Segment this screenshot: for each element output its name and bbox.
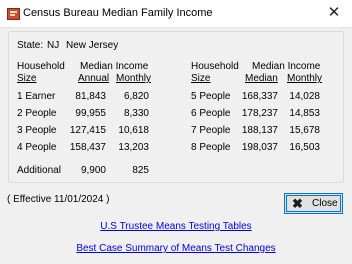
left-row-label: 1 Earner (17, 91, 56, 102)
right-row-monthly: 14,028 (289, 91, 320, 102)
left-row-annual: 127,415 (69, 125, 106, 136)
additional-monthly: 825 (132, 165, 149, 176)
right-row-label: 5 People (191, 91, 231, 102)
right-row-label: 8 People (191, 142, 231, 153)
income-group-box (8, 31, 344, 183)
left-row-monthly: 6,820 (123, 91, 149, 102)
window-title: Census Bureau Median Family Income (23, 7, 213, 19)
trustee-means-testing-link[interactable]: U.S Trustee Means Testing Tables (0, 221, 352, 232)
title-bar[interactable]: Census Bureau Median Family Income ✕ (0, 0, 352, 28)
state-name: New Jersey (66, 40, 119, 51)
left-annual-header: Annual (78, 73, 110, 84)
app-icon (7, 8, 20, 20)
state-code: NJ (47, 40, 60, 51)
left-row-monthly: 8,330 (123, 108, 149, 119)
state-label: State: (17, 40, 44, 51)
effective-date: ( Effective 11/01/2024 ) (7, 194, 110, 205)
left-row-label: 3 People (17, 125, 57, 136)
right-median-income-header: Median Income (252, 61, 321, 72)
best-case-summary-link[interactable]: Best Case Summary of Means Test Changes (0, 243, 352, 254)
left-row-monthly: 13,203 (118, 142, 149, 153)
right-row-monthly: 16,503 (289, 142, 320, 153)
income-dialog: Census Bureau Median Family Income ✕ Sta… (0, 0, 352, 264)
additional-label: Additional (17, 165, 61, 176)
left-household-header: Household (17, 61, 65, 72)
close-button[interactable]: ✖ Close (284, 193, 343, 214)
left-size-header: Size (17, 73, 37, 84)
right-row-median: 168,337 (241, 91, 278, 102)
right-household-header: Household (191, 61, 239, 72)
right-size-header: Size (191, 73, 211, 84)
right-row-median: 188,137 (241, 125, 278, 136)
right-row-monthly: 15,678 (289, 125, 320, 136)
left-monthly-header: Monthly (116, 73, 152, 84)
close-button-label: Close (312, 198, 338, 209)
additional-annual: 9,900 (80, 165, 106, 176)
window-close-icon[interactable]: ✕ (316, 0, 352, 27)
right-monthly-header: Monthly (287, 73, 323, 84)
left-median-income-header: Median Income (80, 61, 149, 72)
left-row-monthly: 10,618 (118, 125, 149, 136)
left-row-annual: 99,955 (75, 108, 106, 119)
left-row-annual: 158,437 (69, 142, 106, 153)
right-row-median: 178,237 (241, 108, 278, 119)
right-row-monthly: 14,853 (289, 108, 320, 119)
right-row-label: 6 People (191, 108, 231, 119)
right-median-header: Median (245, 73, 278, 84)
x-icon: ✖ (292, 196, 303, 211)
right-row-median: 198,037 (241, 142, 278, 153)
left-row-label: 2 People (17, 108, 57, 119)
right-row-label: 7 People (191, 125, 231, 136)
left-row-annual: 81,843 (75, 91, 106, 102)
left-row-label: 4 People (17, 142, 57, 153)
